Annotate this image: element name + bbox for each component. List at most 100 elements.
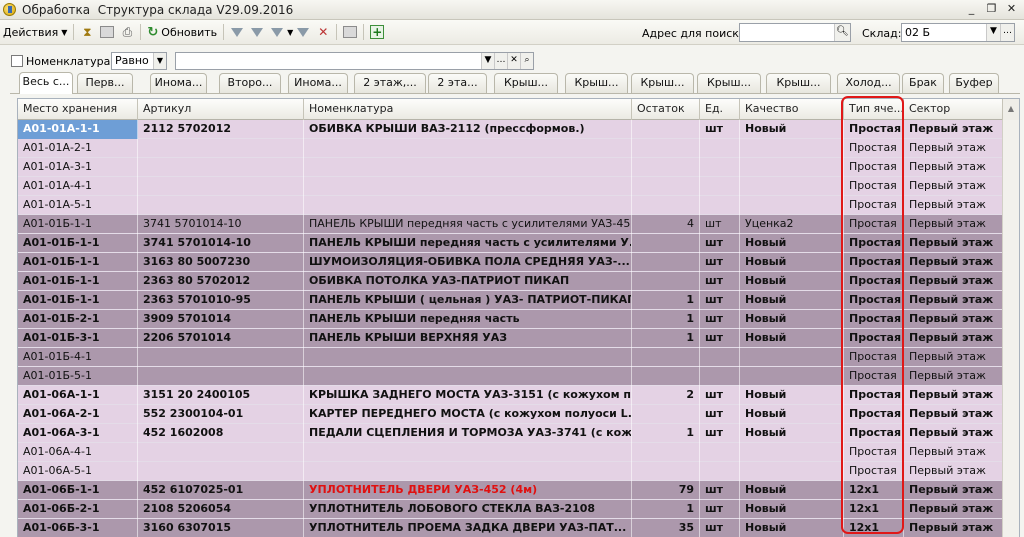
table-row[interactable]: А01-01А-1-1 2112 5702012 ОБИВКА КРЫШИ ВАЗ-… (18, 120, 1004, 139)
compare-select[interactable]: Равно ▼ (111, 52, 167, 70)
copy-icon[interactable] (99, 24, 115, 40)
tab-5[interactable]: Инома... (288, 73, 348, 93)
tab-4[interactable]: Второ... (219, 73, 281, 93)
table-row[interactable]: А01-01А-3-1 Простая Первый этаж (18, 158, 1004, 177)
table-row[interactable]: А01-06Б-1-1 452 6107025-01 УПЛОТНИТЕЛЬ ДВЕ… (18, 481, 1004, 500)
select-ellipsis-icon[interactable]: … (1000, 24, 1014, 41)
print-icon[interactable]: ⎙ (119, 24, 135, 40)
column-header-3[interactable]: Номенклатура (304, 99, 632, 120)
nomenclature-label: Номенклатура: (26, 55, 115, 68)
column-header-7[interactable]: Тип яче... (844, 99, 904, 120)
table-row[interactable]: А01-06Б-2-1 2108 5206054 УПЛОТНИТЕЛЬ ЛОБОВ… (18, 500, 1004, 519)
address-search-label: Адрес для поиска: (642, 27, 750, 40)
cell-article: 3163 80 5007230 (138, 253, 304, 272)
search-icon[interactable]: 🔍︎ (834, 24, 850, 41)
column-header-4[interactable]: Остаток (632, 99, 700, 120)
minimize-icon[interactable]: _ (963, 2, 980, 17)
table-row[interactable]: А01-01Б-4-1 Простая Первый этаж (18, 348, 1004, 367)
column-header-6[interactable]: Качество (740, 99, 844, 120)
select-ellipsis-icon[interactable]: … (494, 53, 507, 69)
filter-icon[interactable] (229, 24, 245, 40)
cell-qty: 79 (632, 481, 700, 500)
scroll-up-icon[interactable]: ▲ (1002, 99, 1019, 120)
chevron-down-icon[interactable]: ▼ (481, 53, 494, 69)
close-icon[interactable]: ✕ (1003, 2, 1020, 17)
tab-12[interactable]: Крыш... (766, 73, 831, 93)
cell-quality: Новый (740, 329, 844, 348)
tab-3[interactable]: Инома... (150, 73, 207, 93)
tab-9[interactable]: Крыш... (565, 73, 628, 93)
tab-13[interactable]: Холод... (837, 73, 900, 93)
table-row[interactable]: А01-06А-5-1 Простая Первый этаж (18, 462, 1004, 481)
cell-unit (700, 139, 740, 158)
sort-icon[interactable] (295, 24, 311, 40)
tab-8[interactable]: Крыш... (494, 73, 558, 93)
cell-name: УПЛОТНИТЕЛЬ ПРОЕМА ЗАДКА ДВЕРИ УАЗ-ПАТ..… (304, 519, 632, 537)
cell-type: 12x1 (844, 519, 904, 537)
restore-icon[interactable]: ❐ (983, 2, 1000, 17)
cell-name: ОБИВКА ПОТОЛКА УАЗ-ПАТРИОТ ПИКАП (304, 272, 632, 291)
filter-settings-icon[interactable] (269, 24, 285, 40)
column-header-8[interactable]: Сектор (904, 99, 1004, 120)
sklad-field[interactable]: 02 Б ▼ … (901, 23, 1015, 42)
table-header: Место хранения Артикул Номенклатура Остаток… (18, 99, 1019, 120)
table-row[interactable]: А01-01Б-1-1 3741 5701014-10 ПАНЕЛЬ КРЫШИ п… (18, 234, 1004, 253)
table-row[interactable]: А01-01Б-1-1 3163 80 5007230 ШУМОИЗОЛЯЦИЯ-О… (18, 253, 1004, 272)
table-row[interactable]: А01-01А-2-1 Простая Первый этаж (18, 139, 1004, 158)
clear-icon[interactable]: ✕ (507, 53, 520, 69)
refresh-button[interactable]: ↻ Обновить (144, 22, 220, 42)
tab-2[interactable]: Перв... (77, 73, 133, 93)
table-row[interactable]: А01-01Б-3-1 2206 5701014 ПАНЕЛЬ КРЫШИ ВЕРХ… (18, 329, 1004, 348)
cell-place: А01-01Б-1-1 (18, 215, 138, 234)
cell-type: Простая (844, 234, 904, 253)
cell-unit: шт (700, 519, 740, 537)
table-row[interactable]: А01-01Б-1-1 3741 5701014-10 ПАНЕЛЬ КРЫШИ п… (18, 215, 1004, 234)
cell-qty: 2 (632, 386, 700, 405)
chevron-down-icon[interactable]: ▼ (986, 24, 1000, 41)
column-header-2[interactable]: Артикул (138, 99, 304, 120)
table-row[interactable]: А01-06А-2-1 552 2300104-01 КАРТЕР ПЕРЕДНЕГ… (18, 405, 1004, 424)
cell-type: 12x1 (844, 481, 904, 500)
table-row[interactable]: А01-01Б-5-1 Простая Первый этаж (18, 367, 1004, 386)
table-row[interactable]: А01-06А-4-1 Простая Первый этаж (18, 443, 1004, 462)
cell-qty (632, 272, 700, 291)
tab-10[interactable]: Крыш... (631, 73, 694, 93)
clear-filter-icon[interactable]: ✕ (315, 24, 331, 40)
table-row[interactable]: А01-01Б-2-1 3909 5701014 ПАНЕЛЬ КРЫШИ пере… (18, 310, 1004, 329)
cell-quality: Новый (740, 310, 844, 329)
tab-6[interactable]: 2 этаж,... (354, 73, 426, 93)
cell-name: ШУМОИЗОЛЯЦИЯ-ОБИВКА ПОЛА СРЕДНЯЯ УАЗ-... (304, 253, 632, 272)
cell-name: ПАНЕЛЬ КРЫШИ передняя часть с усилителям… (304, 215, 632, 234)
table-row[interactable]: А01-01Б-1-1 2363 5701010-95 ПАНЕЛЬ КРЫШИ (… (18, 291, 1004, 310)
column-header-5[interactable]: Ед. (700, 99, 740, 120)
table-row[interactable]: А01-01А-4-1 Простая Первый этаж (18, 177, 1004, 196)
chevron-down-icon[interactable]: ▼ (153, 53, 166, 69)
table-row[interactable]: А01-01Б-1-1 2363 80 5702012 ОБИВКА ПОТОЛКА… (18, 272, 1004, 291)
cell-article: 2363 80 5702012 (138, 272, 304, 291)
tab-15[interactable]: Буфер (949, 73, 999, 93)
nomenclature-checkbox[interactable] (11, 55, 23, 67)
hourglass-icon[interactable]: ⧗ (79, 24, 95, 40)
address-search-input[interactable]: 🔍︎ (739, 23, 851, 42)
search-icon[interactable]: ⌕ (520, 53, 533, 69)
vertical-scrollbar[interactable] (1002, 120, 1019, 537)
table-row[interactable]: А01-06А-3-1 452 1602008 ПЕДАЛИ СЦЕПЛЕНИЯ И… (18, 424, 1004, 443)
tab-11[interactable]: Крыш... (697, 73, 761, 93)
cell-place: А01-01А-1-1 (18, 120, 138, 139)
column-header-1[interactable]: Место хранения (18, 99, 138, 120)
tab-14[interactable]: Брак (902, 73, 944, 93)
filter-list-icon[interactable] (249, 24, 265, 40)
cell-quality: Новый (740, 405, 844, 424)
table-row[interactable]: А01-06Б-3-1 3160 6307015 УПЛОТНИТЕЛЬ ПРОЕМ… (18, 519, 1004, 537)
cell-type: Простая (844, 443, 904, 462)
settings-icon[interactable] (342, 24, 358, 40)
add-icon[interactable]: + (369, 24, 385, 40)
tab-7[interactable]: 2 эта... (428, 73, 487, 93)
table-row[interactable]: А01-01А-5-1 Простая Первый этаж (18, 196, 1004, 215)
nomenclature-input[interactable]: ▼ … ✕ ⌕ (175, 52, 534, 70)
table-row[interactable]: А01-06А-1-1 3151 20 2400105 КРЫШКА ЗАДНЕГО… (18, 386, 1004, 405)
cell-article: 3909 5701014 (138, 310, 304, 329)
dropdown-arrow-icon[interactable]: ▼ (287, 28, 293, 37)
tab-1[interactable]: Весь с... (19, 72, 73, 94)
actions-menu[interactable]: Действия ▼ (0, 22, 70, 42)
